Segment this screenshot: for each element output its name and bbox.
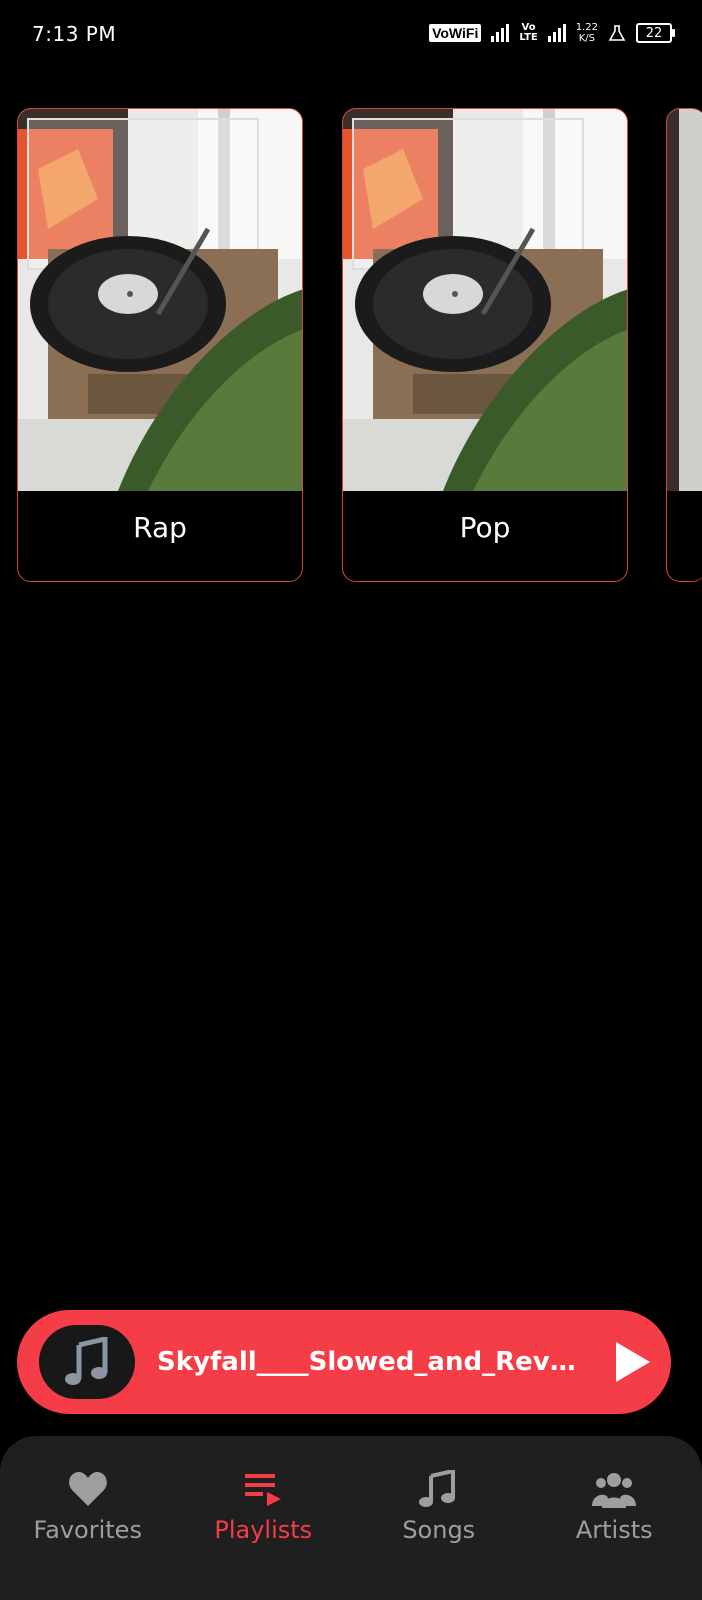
- flask-icon: [608, 25, 626, 41]
- nav-favorites[interactable]: Favorites: [0, 1436, 176, 1600]
- bottom-navigation: Favorites Playlists Songs Artists: [0, 1436, 702, 1600]
- signal-icon-2: [547, 24, 566, 42]
- music-note-icon: [65, 1337, 108, 1385]
- playlist-icon: [245, 1474, 282, 1506]
- playlist-name: Pop: [459, 511, 511, 544]
- status-icons: VoWiFi Vo LTE 1.22 K/S 22: [429, 22, 675, 44]
- now-playing-artwork: [39, 1325, 135, 1399]
- playlist-cover-image: [18, 109, 302, 491]
- people-icon: [592, 1473, 637, 1508]
- nav-label-favorites: Favorites: [33, 1516, 142, 1544]
- nav-songs[interactable]: Songs: [351, 1436, 527, 1600]
- nav-playlists[interactable]: Playlists: [176, 1436, 352, 1600]
- nav-label-songs: Songs: [402, 1516, 476, 1544]
- playlist-cover-image: [343, 109, 627, 491]
- play-button[interactable]: [607, 1337, 657, 1387]
- playlist-name: Rap: [133, 511, 187, 544]
- status-time: 7:13 PM: [32, 22, 117, 46]
- heart-icon: [68, 1472, 107, 1506]
- playlist-carousel: Rap Pop: [17, 108, 628, 582]
- music-note-icon: [418, 1470, 455, 1507]
- nav-label-artists: Artists: [575, 1516, 653, 1544]
- nav-artists[interactable]: Artists: [527, 1436, 702, 1600]
- signal-icon: [491, 24, 510, 42]
- network-speed: 1.22 K/S: [575, 22, 598, 44]
- playlist-card-rap[interactable]: Rap: [17, 108, 303, 582]
- now-playing-bar[interactable]: Skyfall____Slowed_and_Reve...: [17, 1310, 671, 1414]
- now-playing-title: Skyfall____Slowed_and_Reve...: [157, 1347, 587, 1377]
- nav-label-playlists: Playlists: [214, 1516, 313, 1544]
- status-bar: 7:13 PM VoWiFi Vo LTE 1.22 K/S 22: [0, 0, 702, 72]
- playlist-card-pop[interactable]: Pop: [342, 108, 628, 582]
- battery-level: 22: [645, 25, 663, 41]
- volte-icon: Vo LTE: [519, 22, 538, 43]
- playlist-card-partial[interactable]: [666, 108, 702, 582]
- battery-icon: 22: [636, 23, 675, 43]
- vowifi-badge: VoWiFi: [429, 24, 482, 42]
- play-icon: [616, 1342, 650, 1382]
